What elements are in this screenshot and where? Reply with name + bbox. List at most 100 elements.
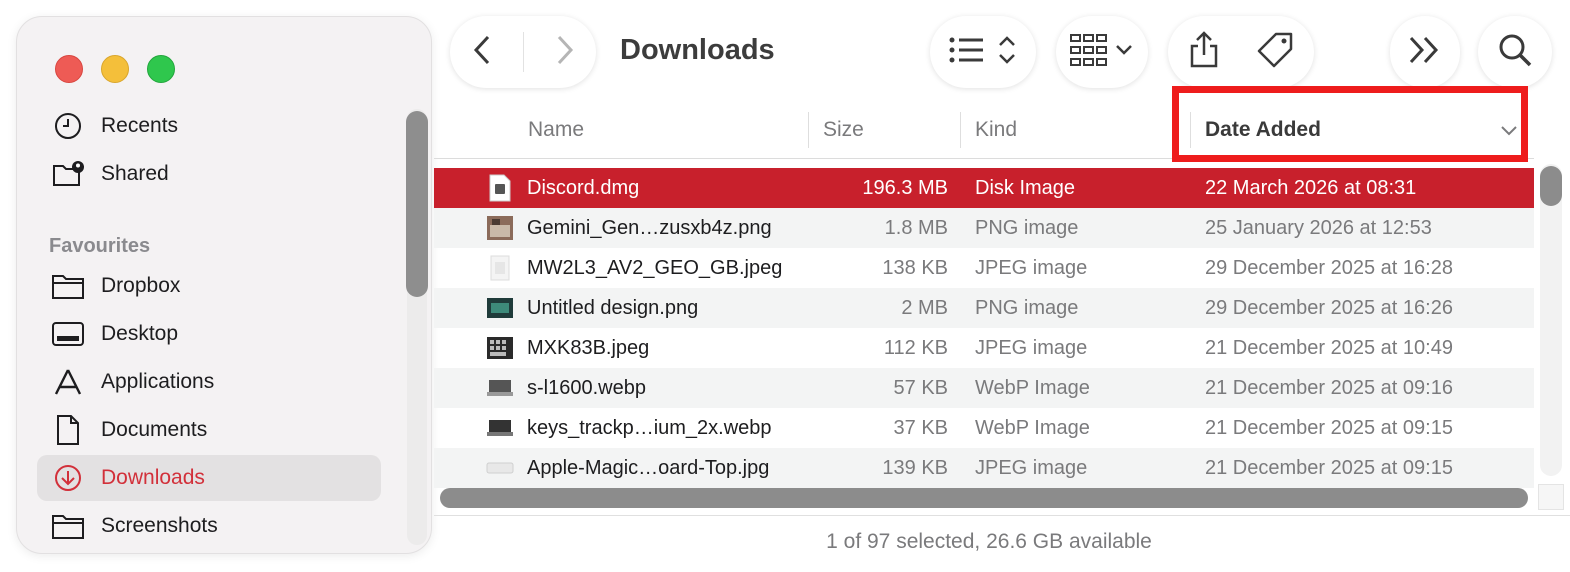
document-icon (51, 413, 85, 447)
file-date-added: 29 December 2025 at 16:26 (1205, 296, 1453, 319)
chevron-right-icon[interactable] (554, 34, 576, 71)
column-divider[interactable] (808, 112, 809, 148)
download-icon (51, 461, 85, 495)
file-kind: JPEG image (975, 256, 1088, 279)
applications-icon (51, 365, 85, 399)
column-header-kind[interactable]: Kind (975, 118, 1017, 142)
view-options-button[interactable] (930, 16, 1036, 88)
file-name: s-l1600.webp (527, 376, 646, 399)
image-thumbnail-icon (486, 454, 514, 482)
zoom-window-button[interactable] (147, 55, 175, 83)
sidebar-item-screenshots[interactable]: Screenshots (37, 503, 381, 549)
file-size: 139 KB (882, 456, 948, 479)
file-row[interactable]: Untitled design.png 2 MB PNG image 29 De… (434, 288, 1534, 328)
disk-image-icon (486, 174, 514, 202)
file-size: 37 KB (893, 416, 948, 439)
sidebar-item-recents[interactable]: Recents (37, 103, 381, 149)
file-row[interactable]: Gemini_Gen…zusxb4z.png 1.8 MB PNG image … (434, 208, 1534, 248)
sidebar-section-heading: Favourites (49, 235, 151, 257)
sidebar-item-label: Shared (101, 162, 169, 185)
list-view-icon (947, 33, 1019, 72)
sidebar-item-dropbox[interactable]: Dropbox (37, 263, 381, 309)
image-thumbnail-icon (486, 374, 514, 402)
file-name: keys_trackp…ium_2x.webp (527, 416, 772, 439)
image-thumbnail-icon (486, 334, 514, 362)
file-row[interactable]: Apple-Magic…oard-Top.jpg 139 KB JPEG ima… (434, 448, 1534, 488)
search-button[interactable] (1478, 16, 1552, 88)
file-name: Gemini_Gen…zusxb4z.png (527, 216, 772, 239)
sidebar: Recents Shared Favourites Dropbox Deskto… (16, 16, 432, 554)
finder-window: Recents Shared Favourites Dropbox Deskto… (0, 0, 1570, 572)
window-title: Downloads (620, 34, 775, 66)
file-list-scrollbar-thumb[interactable] (1540, 166, 1562, 206)
double-chevron-icon (1407, 35, 1443, 70)
file-size: 2 MB (901, 296, 948, 319)
file-row[interactable]: s-l1600.webp 57 KB WebP Image 21 Decembe… (434, 368, 1534, 408)
navigation-buttons (450, 16, 596, 88)
sidebar-item-label: Applications (101, 370, 215, 393)
column-divider[interactable] (960, 112, 961, 148)
sidebar-item-documents[interactable]: Documents (37, 407, 381, 453)
sidebar-item-shared[interactable]: Shared (37, 151, 381, 197)
status-bar-text: 1 of 97 selected, 26.6 GB available (826, 530, 1152, 553)
file-row[interactable]: MW2L3_AV2_GEO_GB.jpeg 138 KB JPEG image … (434, 248, 1534, 288)
file-date-added: 21 December 2025 at 09:15 (1205, 416, 1453, 439)
clock-icon (51, 109, 85, 143)
folder-icon (51, 509, 85, 543)
status-divider (434, 515, 1570, 516)
image-thumbnail-icon (486, 414, 514, 442)
nav-divider (522, 32, 524, 72)
file-list-scrollbar-track[interactable] (1540, 164, 1562, 476)
sidebar-item-label: Documents (101, 418, 208, 441)
grid-group-icon (1069, 33, 1135, 72)
sidebar-item-downloads[interactable]: Downloads (37, 455, 381, 501)
column-header-name[interactable]: Name (528, 118, 584, 142)
image-thumbnail-icon (486, 214, 514, 242)
file-kind: PNG image (975, 216, 1079, 239)
sidebar-scrollbar-thumb[interactable] (406, 111, 428, 297)
sidebar-item-desktop[interactable]: Desktop (37, 311, 381, 357)
sidebar-item-label: Downloads (101, 466, 205, 489)
share-icon[interactable] (1188, 30, 1220, 74)
file-size: 1.8 MB (884, 216, 948, 239)
file-size: 196.3 MB (862, 176, 948, 199)
file-row[interactable]: keys_trackp…ium_2x.webp 37 KB WebP Image… (434, 408, 1534, 448)
desktop-icon (51, 317, 85, 351)
file-name: Discord.dmg (527, 176, 640, 199)
search-icon (1498, 33, 1532, 72)
file-kind: JPEG image (975, 456, 1088, 479)
file-date-added: 29 December 2025 at 16:28 (1205, 256, 1453, 279)
close-window-button[interactable] (55, 55, 83, 83)
file-kind: PNG image (975, 296, 1079, 319)
tag-icon[interactable] (1256, 31, 1294, 74)
image-thumbnail-icon (486, 294, 514, 322)
shared-folder-icon (51, 157, 85, 191)
share-tag-group (1168, 16, 1314, 88)
sidebar-item-applications[interactable]: Applications (37, 359, 381, 405)
file-name: MXK83B.jpeg (527, 336, 650, 359)
more-toolbar-button[interactable] (1390, 16, 1460, 88)
scrollbar-corner (1538, 484, 1564, 510)
file-row[interactable]: Discord.dmg 196.3 MB Disk Image 22 March… (434, 168, 1534, 208)
file-name: Apple-Magic…oard-Top.jpg (527, 456, 770, 479)
file-date-added: 25 January 2026 at 12:53 (1205, 216, 1432, 239)
file-size: 112 KB (883, 336, 948, 359)
group-button[interactable] (1056, 16, 1148, 88)
file-name: MW2L3_AV2_GEO_GB.jpeg (527, 256, 783, 279)
file-name: Untitled design.png (527, 296, 699, 319)
file-date-added: 21 December 2025 at 09:16 (1205, 376, 1453, 399)
file-kind: WebP Image (975, 416, 1090, 439)
date-added-highlight-box (1172, 86, 1528, 162)
file-size: 57 KB (893, 376, 948, 399)
file-kind: WebP Image (975, 376, 1090, 399)
horizontal-scrollbar-thumb[interactable] (440, 488, 1528, 508)
file-date-added: 21 December 2025 at 09:15 (1205, 456, 1453, 479)
column-header-size[interactable]: Size (823, 118, 864, 142)
minimize-window-button[interactable] (101, 55, 129, 83)
sidebar-item-label: Dropbox (101, 274, 181, 297)
file-kind: Disk Image (975, 176, 1076, 199)
file-row[interactable]: MXK83B.jpeg 112 KB JPEG image 21 Decembe… (434, 328, 1534, 368)
file-size: 138 KB (882, 256, 948, 279)
folder-icon (51, 269, 85, 303)
chevron-left-icon[interactable] (471, 34, 493, 71)
